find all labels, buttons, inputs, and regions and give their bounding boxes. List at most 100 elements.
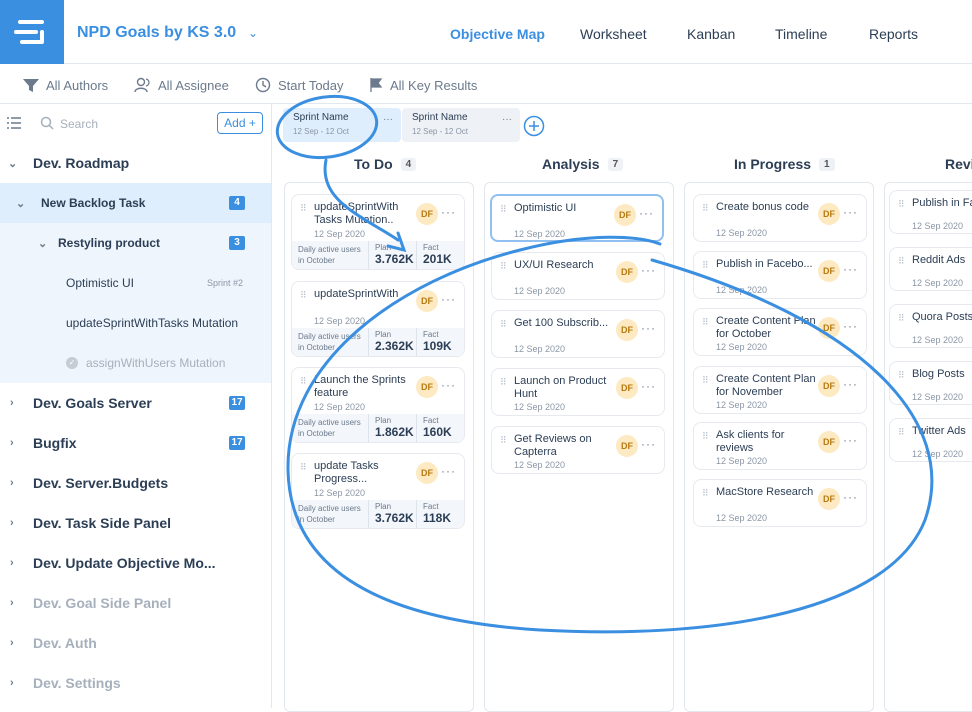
drag-handle-icon[interactable]: ⠿ [500, 319, 507, 330]
chevron-down-icon[interactable]: ⌄ [248, 26, 258, 40]
sidebar-item[interactable]: Optimistic UI Sprint #2 [0, 263, 271, 303]
task-card[interactable]: ⠿ Quora Posts 12 Sep 2020 [889, 304, 972, 348]
chevron-right-icon[interactable]: › [10, 637, 14, 649]
task-card[interactable]: ⠿ MacStore Research 12 Sep 2020 DF ··· [693, 479, 867, 527]
filter-key-results[interactable]: All Key Results [368, 77, 477, 93]
more-icon[interactable]: ··· [441, 464, 456, 478]
more-icon[interactable]: ··· [843, 433, 858, 447]
sidebar-item[interactable]: › Dev. Goal Side Panel [0, 583, 271, 623]
task-card[interactable]: ⠿ Create bonus code 12 Sep 2020 DF ··· [693, 194, 867, 242]
task-card[interactable]: ⠿ Reddit Ads 12 Sep 2020 [889, 247, 972, 291]
more-icon[interactable]: ··· [441, 292, 456, 306]
chevron-down-icon[interactable]: ⌄ [8, 157, 17, 170]
drag-handle-icon[interactable]: ⠿ [702, 431, 709, 442]
filter-assignee[interactable]: All Assignee [134, 77, 229, 93]
sprint-tab[interactable]: Sprint Name 12 Sep - 12 Oct ··· [402, 108, 520, 142]
drag-handle-icon[interactable]: ⠿ [500, 204, 507, 215]
sidebar-item[interactable]: updateSprintWithTasks Mutation [0, 303, 271, 343]
chevron-right-icon[interactable]: › [10, 437, 14, 449]
task-card[interactable]: ⠿ Publish in Fa 12 Sep 2020 [889, 190, 972, 234]
drag-handle-icon[interactable]: ⠿ [702, 488, 709, 499]
task-card[interactable]: ⠿ Get Reviews on Capterra 12 Sep 2020 DF… [491, 426, 665, 474]
drag-handle-icon[interactable]: ⠿ [300, 290, 307, 301]
more-icon[interactable]: ··· [441, 378, 456, 392]
task-card[interactable]: ⠿ Launch on Product Hunt 12 Sep 2020 DF … [491, 368, 665, 416]
sidebar-item[interactable]: › Dev. Server.Budgets [0, 463, 271, 503]
chevron-right-icon[interactable]: › [10, 477, 14, 489]
avatar[interactable]: DF [818, 203, 840, 225]
sidebar-item[interactable]: › Dev. Settings [0, 663, 271, 703]
drag-handle-icon[interactable]: ⠿ [898, 256, 905, 267]
chevron-right-icon[interactable]: › [10, 597, 14, 609]
task-card[interactable]: ⠿ Publish in Facebo... 12 Sep 2020 DF ··… [693, 251, 867, 299]
task-card[interactable]: ⠿ Get 100 Subscrib... 12 Sep 2020 DF ··· [491, 310, 665, 358]
task-card[interactable]: ⠿ update Tasks Progress... 12 Sep 2020 D… [291, 453, 465, 529]
drag-handle-icon[interactable]: ⠿ [300, 376, 307, 387]
drag-handle-icon[interactable]: ⠿ [702, 260, 709, 271]
list-icon[interactable] [6, 117, 22, 129]
avatar[interactable]: DF [416, 290, 438, 312]
sprint-tab[interactable]: Sprint Name 12 Sep - 12 Oct ··· [283, 108, 401, 142]
drag-handle-icon[interactable]: ⠿ [898, 199, 905, 210]
tab-reports[interactable]: Reports [869, 26, 918, 42]
sidebar-item[interactable]: › Dev. Auth [0, 623, 271, 663]
task-card[interactable]: ⠿ updateSprintWith Tasks Mutation.. 12 S… [291, 194, 465, 270]
sidebar-item-done[interactable]: ✓ assignWithUsers Mutation [0, 343, 271, 383]
task-card[interactable]: ⠿ Ask clients for reviews 12 Sep 2020 DF… [693, 422, 867, 470]
avatar[interactable]: DF [416, 203, 438, 225]
avatar[interactable]: DF [616, 319, 638, 341]
more-icon[interactable]: ··· [441, 205, 456, 219]
avatar[interactable]: DF [818, 488, 840, 510]
app-title[interactable]: NPD Goals by KS 3.0 [77, 24, 236, 42]
sidebar-item-selected[interactable]: ⌄ New Backlog Task 4 [0, 183, 271, 223]
sidebar-item[interactable]: › Dev. Update Objective Mo... [0, 543, 271, 583]
more-icon[interactable]: ··· [639, 206, 654, 220]
chevron-right-icon[interactable]: › [10, 677, 14, 689]
drag-handle-icon[interactable]: ⠿ [500, 261, 507, 272]
more-icon[interactable]: ··· [383, 114, 393, 125]
filter-start[interactable]: Start Today [254, 77, 344, 93]
task-card[interactable]: ⠿ Blog Posts 12 Sep 2020 [889, 361, 972, 405]
task-card-selected[interactable]: ⠿ Optimistic UI 12 Sep 2020 DF ··· [490, 194, 664, 242]
avatar[interactable]: DF [614, 204, 636, 226]
drag-handle-icon[interactable]: ⠿ [898, 370, 905, 381]
avatar[interactable]: DF [616, 377, 638, 399]
tab-worksheet[interactable]: Worksheet [580, 26, 647, 42]
drag-handle-icon[interactable]: ⠿ [702, 375, 709, 386]
avatar[interactable]: DF [818, 375, 840, 397]
sidebar-item[interactable]: ⌄ Dev. Roadmap [0, 143, 271, 183]
sidebar-item[interactable]: › Dev. Task Side Panel [0, 503, 271, 543]
chevron-right-icon[interactable]: › [10, 397, 14, 409]
drag-handle-icon[interactable]: ⠿ [300, 203, 307, 214]
drag-handle-icon[interactable]: ⠿ [898, 427, 905, 438]
more-icon[interactable]: ··· [843, 262, 858, 276]
chevron-right-icon[interactable]: › [10, 517, 14, 529]
drag-handle-icon[interactable]: ⠿ [300, 462, 307, 473]
avatar[interactable]: DF [616, 435, 638, 457]
chevron-down-icon[interactable]: ⌄ [38, 237, 47, 250]
avatar[interactable]: DF [416, 376, 438, 398]
more-icon[interactable]: ··· [843, 319, 858, 333]
avatar[interactable]: DF [818, 260, 840, 282]
drag-handle-icon[interactable]: ⠿ [500, 435, 507, 446]
chevron-down-icon[interactable]: ⌄ [16, 197, 25, 210]
more-icon[interactable]: ··· [641, 379, 656, 393]
tab-objective-map[interactable]: Objective Map [450, 26, 545, 42]
drag-handle-icon[interactable]: ⠿ [702, 317, 709, 328]
more-icon[interactable]: ··· [843, 377, 858, 391]
more-icon[interactable]: ··· [641, 437, 656, 451]
avatar[interactable]: DF [818, 317, 840, 339]
app-logo[interactable] [0, 0, 64, 64]
task-card[interactable]: ⠿ UX/UI Research 12 Sep 2020 DF ··· [491, 252, 665, 300]
add-button[interactable]: Add + [217, 112, 263, 134]
task-card[interactable]: ⠿ Twitter Ads 12 Sep 2020 [889, 418, 972, 462]
tab-kanban[interactable]: Kanban [687, 26, 735, 42]
more-icon[interactable]: ··· [843, 205, 858, 219]
more-icon[interactable]: ··· [641, 321, 656, 335]
sidebar-item[interactable]: › Bugfix 17 [0, 423, 271, 463]
more-icon[interactable]: ··· [641, 263, 656, 277]
avatar[interactable]: DF [416, 462, 438, 484]
sidebar-item[interactable]: ⌄ Restyling product 3 [0, 223, 271, 263]
sidebar-item[interactable]: › Dev. Goals Server 17 [0, 383, 271, 423]
task-card[interactable]: ⠿ Create Content Plan for November 12 Se… [693, 366, 867, 414]
